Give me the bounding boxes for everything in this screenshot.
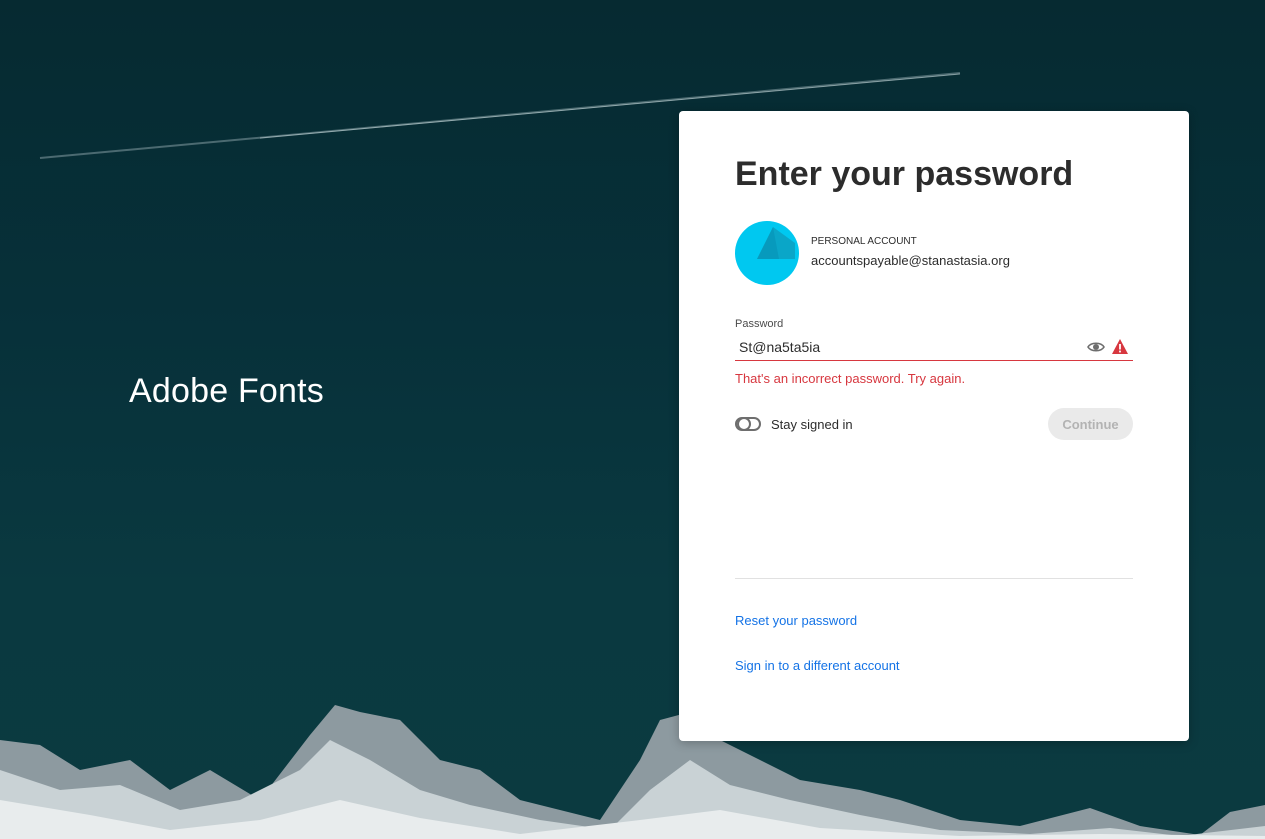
password-input[interactable] <box>735 335 1079 359</box>
stay-signed-in-toggle[interactable] <box>735 417 761 431</box>
alert-icon <box>1112 339 1128 354</box>
sign-in-card: Enter your password PERSONAL ACCOUNT acc… <box>679 111 1189 741</box>
page-title: Enter your password <box>735 155 1074 193</box>
different-account-link[interactable]: Sign in to a different account <box>735 658 900 673</box>
continue-button[interactable]: Continue <box>1048 408 1133 440</box>
password-error-message: That's an incorrect password. Try again. <box>735 371 966 386</box>
account-type-label: PERSONAL ACCOUNT <box>811 236 917 247</box>
sign-in-page: Adobe Fonts Enter your password PERSONAL… <box>0 0 1265 839</box>
avatar <box>735 221 799 285</box>
password-field <box>735 335 1133 361</box>
divider <box>735 578 1133 579</box>
avatar-image <box>735 221 799 285</box>
account-email: accountspayable@stanastasia.org <box>811 253 1010 268</box>
password-label: Password <box>735 318 784 330</box>
toggle-knob <box>737 417 751 431</box>
stay-signed-in-label: Stay signed in <box>771 417 853 432</box>
brand-title: Adobe Fonts <box>129 372 324 410</box>
reset-password-link[interactable]: Reset your password <box>735 613 857 628</box>
eye-icon[interactable] <box>1087 339 1105 355</box>
